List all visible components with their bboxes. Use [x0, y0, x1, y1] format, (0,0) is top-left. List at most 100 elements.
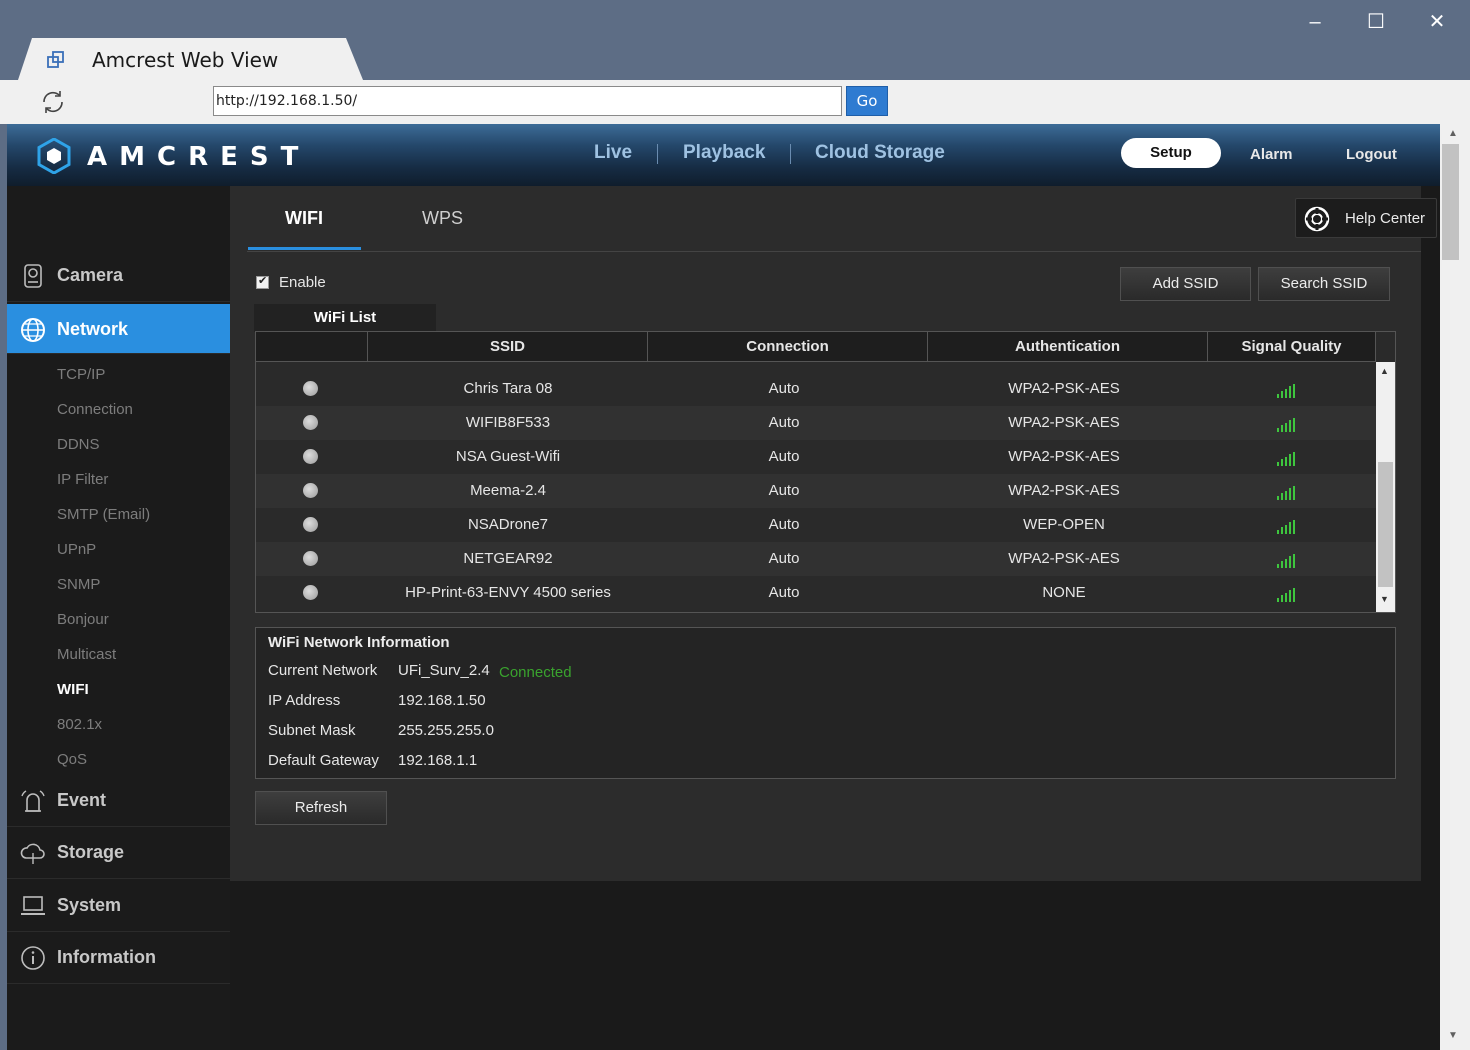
connection-cell: Auto [768, 482, 800, 499]
sidebar-item-event[interactable]: Event [7, 775, 230, 827]
auth-cell: WPA2-PSK-AES [1008, 448, 1120, 465]
sidebar-item-camera[interactable]: Camera [7, 250, 230, 302]
sidebar-sub-ddns[interactable]: DDNS [57, 436, 100, 453]
table-row[interactable]: Meema-2.4 Auto WPA2-PSK-AES [256, 474, 1376, 508]
scroll-up-arrow-icon[interactable]: ▲ [1448, 128, 1458, 139]
reload-icon[interactable] [38, 88, 68, 116]
signal-strength-icon [1277, 520, 1295, 534]
cloud-storage-icon [20, 843, 45, 864]
table-row[interactable]: NSADrone7 Auto WEP-OPEN [256, 508, 1376, 542]
scroll-up-arrow-icon[interactable]: ▲ [1380, 366, 1389, 376]
select-radio[interactable] [303, 449, 318, 464]
sidebar-sub-smtp[interactable]: SMTP (Email) [57, 506, 150, 523]
sidebar-item-network[interactable]: Network [7, 304, 242, 354]
auth-cell: WEP-OPEN [1023, 516, 1105, 533]
sidebar-sub-multicast[interactable]: Multicast [57, 646, 116, 663]
table-row[interactable]: NETGEAR92 Auto WPA2-PSK-AES [256, 542, 1376, 576]
sidebar: Camera Network TCP/IP Connection DDNS IP… [7, 186, 242, 1050]
subnet-mask-value: 255.255.255.0 [398, 722, 494, 739]
default-gateway-label: Default Gateway [268, 752, 379, 769]
nav-playback[interactable]: Playback [683, 142, 765, 164]
select-radio[interactable] [303, 517, 318, 532]
sidebar-sub-connection[interactable]: Connection [57, 401, 133, 418]
sidebar-sub-snmp[interactable]: SNMP [57, 576, 100, 593]
nav-cloud-storage[interactable]: Cloud Storage [815, 142, 945, 164]
auth-cell: WPA2-PSK-AES [1008, 550, 1120, 567]
signal-strength-icon [1277, 588, 1295, 602]
sidebar-sub-upnp[interactable]: UPnP [57, 541, 96, 558]
column-header-connection[interactable]: Connection [648, 332, 928, 362]
select-radio[interactable] [303, 551, 318, 566]
connection-cell: Auto [768, 448, 800, 465]
maximize-button[interactable]: ☐ [1356, 8, 1396, 36]
content-panel: WIFI WPS Help Center Enable Add SSID Sea… [230, 186, 1437, 881]
ssid-cell: HP-Print-63-ENVY 4500 series [405, 584, 611, 601]
lifebuoy-icon [1304, 206, 1330, 232]
current-network-value: UFi_Surv_2.4 [398, 662, 490, 679]
browser-tab[interactable]: Amcrest Web View [18, 38, 363, 80]
connection-cell: Auto [768, 550, 800, 567]
select-radio[interactable] [303, 585, 318, 600]
sidebar-item-system[interactable]: System [7, 880, 230, 932]
logout-link[interactable]: Logout [1346, 146, 1397, 163]
scroll-thumb[interactable] [1378, 462, 1393, 587]
table-row[interactable]: HP-Print-63-ENVY 4500 series Auto NONE [256, 576, 1376, 610]
scroll-thumb[interactable] [1442, 144, 1459, 260]
alarm-link[interactable]: Alarm [1250, 146, 1293, 163]
wifi-list-table: SSID Connection Authentication Signal Qu… [255, 331, 1396, 613]
sidebar-sub-bonjour[interactable]: Bonjour [57, 611, 109, 628]
ssid-cell: NSA Guest-Wifi [455, 448, 561, 465]
scroll-down-arrow-icon[interactable]: ▼ [1448, 1030, 1458, 1041]
page-scrollbar[interactable]: ▲ ▼ [1440, 124, 1470, 1050]
tab-wps[interactable]: WPS [422, 208, 463, 229]
laptop-icon [21, 896, 45, 915]
sidebar-sub-qos[interactable]: QoS [57, 751, 87, 768]
scroll-down-arrow-icon[interactable]: ▼ [1380, 594, 1389, 604]
wifi-list-tab[interactable]: WiFi List [254, 304, 436, 332]
table-row[interactable]: WIFIB8F533 Auto WPA2-PSK-AES [256, 406, 1376, 440]
subnet-mask-label: Subnet Mask [268, 722, 356, 739]
column-header-signal-quality[interactable]: Signal Quality [1208, 332, 1376, 362]
select-radio[interactable] [303, 483, 318, 498]
sidebar-sub-ip-filter[interactable]: IP Filter [57, 471, 108, 488]
alarm-bell-icon [21, 790, 45, 812]
sidebar-sub-8021x[interactable]: 802.1x [57, 716, 102, 733]
ssid-cell: NSADrone7 [467, 516, 549, 533]
ssid-cell: Meema-2.4 [470, 482, 546, 499]
sidebar-sub-wifi[interactable]: WIFI [57, 681, 89, 698]
signal-strength-icon [1277, 554, 1295, 568]
add-ssid-button[interactable]: Add SSID [1120, 267, 1251, 301]
sidebar-item-information[interactable]: Information [7, 932, 230, 984]
sidebar-sub-tcpip[interactable]: TCP/IP [57, 366, 105, 383]
connection-status: Connected [499, 664, 572, 681]
auth-cell: NONE [1042, 584, 1086, 601]
sidebar-item-storage[interactable]: Storage [7, 827, 230, 879]
sidebar-label: System [57, 895, 122, 915]
refresh-button[interactable]: Refresh [255, 791, 387, 825]
connection-cell: Auto [768, 516, 800, 533]
sidebar-label: Storage [57, 842, 125, 862]
select-radio[interactable] [303, 415, 318, 430]
connection-cell: Auto [768, 584, 800, 601]
info-panel-title: WiFi Network Information [268, 634, 450, 651]
table-row[interactable]: NSA Guest-Wifi Auto WPA2-PSK-AES [256, 440, 1376, 474]
nav-live[interactable]: Live [594, 142, 632, 164]
enable-checkbox[interactable] [256, 274, 269, 289]
amcrest-logo-icon [37, 138, 71, 174]
close-button[interactable]: ✕ [1417, 8, 1457, 36]
table-header: SSID Connection Authentication Signal Qu… [256, 332, 1376, 362]
select-radio[interactable] [303, 381, 318, 396]
search-ssid-button[interactable]: Search SSID [1258, 267, 1390, 301]
url-input[interactable]: http://192.168.1.50/ [213, 86, 842, 116]
minimize-button[interactable]: – [1295, 8, 1335, 36]
go-button[interactable]: Go [846, 86, 888, 116]
column-header-authentication[interactable]: Authentication [928, 332, 1208, 362]
setup-button[interactable]: Setup [1121, 138, 1221, 168]
column-header-ssid[interactable]: SSID [368, 332, 648, 362]
help-center-button[interactable]: Help Center [1295, 198, 1437, 238]
nav-separator [657, 144, 658, 164]
table-row[interactable]: Chris Tara 08 Auto WPA2-PSK-AES [256, 372, 1376, 406]
signal-strength-icon [1277, 418, 1295, 432]
tab-wifi[interactable]: WIFI [285, 208, 323, 229]
table-scrollbar[interactable]: ▲ ▼ [1376, 362, 1395, 612]
